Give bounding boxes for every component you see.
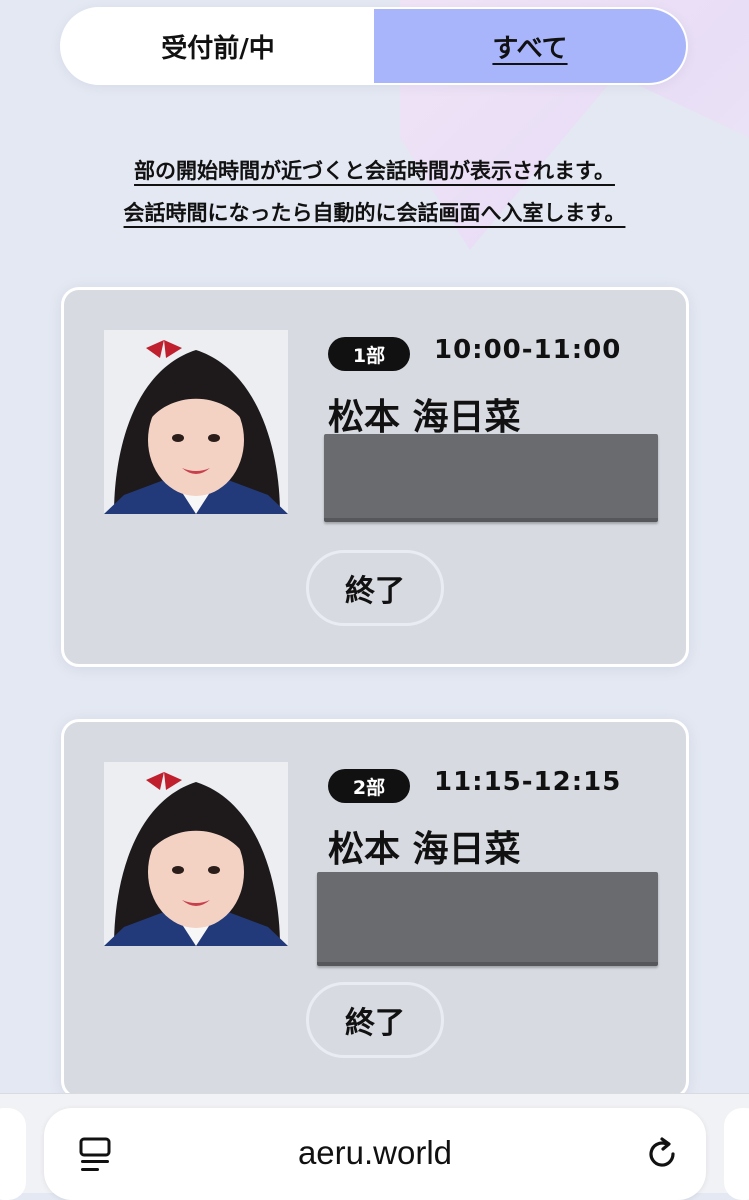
member-photo [104,330,288,514]
session-time: 11:15-12:15 [434,767,622,797]
notice-line-1: 部の開始時間が近づくと会話時間が表示されます。 [134,159,615,183]
next-tab-pill[interactable] [724,1108,749,1200]
member-name: 松本 海日菜 [328,397,521,438]
filter-tabs: 受付前/中 すべて [60,7,688,85]
session-card: 2部 11:15-12:15 松本 海日菜 終了 [61,719,689,1099]
reload-icon[interactable] [644,1136,680,1172]
address-bar[interactable]: aeru.world [44,1108,706,1200]
end-button[interactable]: 終了 [306,982,444,1058]
notice-line-2: 会話時間になったら自動的に会話画面へ入室します。 [123,201,626,225]
redacted-block [317,872,658,966]
previous-tab-pill[interactable] [0,1108,26,1200]
session-time: 10:00-11:00 [434,335,622,365]
url-text: aeru.world [297,1134,453,1171]
redacted-block [324,434,658,522]
part-badge: 2部 [328,769,410,803]
tab-pending[interactable]: 受付前/中 [62,9,374,83]
session-card: 1部 10:00-11:00 松本 海日菜 終了 [61,287,689,667]
member-photo [104,762,288,946]
browser-toolbar: aeru.world [0,1093,749,1200]
tab-all[interactable]: すべて [374,9,686,83]
notice-text: 部の開始時間が近づくと会話時間が表示されます。 会話時間になったら自動的に会話画… [0,150,749,234]
part-badge: 1部 [328,337,410,371]
member-name: 松本 海日菜 [328,829,521,870]
end-button[interactable]: 終了 [306,550,444,626]
